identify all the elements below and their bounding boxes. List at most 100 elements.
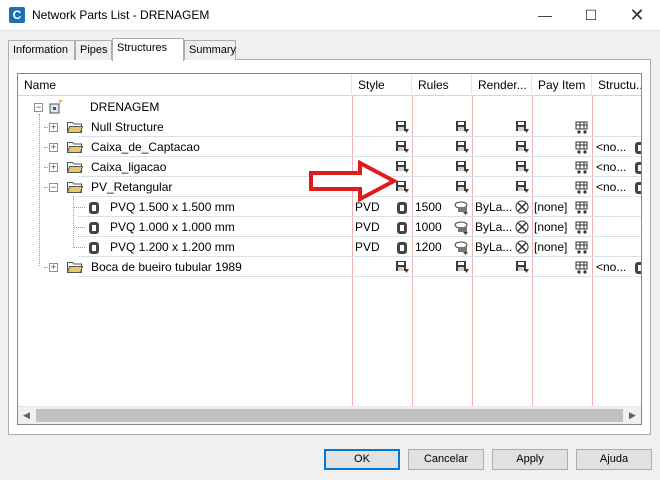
render-cell <box>514 177 530 197</box>
pipe-network-icon <box>49 100 63 114</box>
rules-value: 1000 <box>415 220 442 234</box>
window-title: Network Parts List - DRENAGEM <box>32 8 210 22</box>
close-button[interactable]: ✕ <box>614 0 660 31</box>
apply-button[interactable]: Apply <box>492 449 568 470</box>
column-header-structure[interactable]: Structu... <box>592 74 641 96</box>
network-name: DRENAGEM <box>90 100 160 114</box>
pay-item-picker-icon[interactable] <box>574 199 590 215</box>
folder-icon <box>67 162 83 173</box>
pay-item-picker-icon[interactable] <box>574 259 590 275</box>
structure-part-icon <box>89 222 99 234</box>
row-separator <box>78 276 641 277</box>
tree-row[interactable]: PVQ 1.000 x 1.000 mm PVD 1000 ByLa... [none] <box>18 217 641 237</box>
pay-item-picker-icon[interactable] <box>574 179 590 195</box>
horizontal-scrollbar[interactable]: ◀ ▶ <box>18 406 641 424</box>
expand-toggle[interactable]: + <box>49 263 58 272</box>
tree-row[interactable]: + Caixa_de_Captacao <no... <box>18 137 641 157</box>
structure-family-name: Caixa_ligacao <box>91 160 167 174</box>
render-picker-icon[interactable] <box>514 119 530 135</box>
style-cell <box>394 137 410 157</box>
tab-summary[interactable]: Summary <box>184 40 236 60</box>
rules-cell <box>454 157 470 177</box>
pay-item-value: [none] <box>534 240 568 254</box>
rules-picker-icon[interactable] <box>454 259 470 275</box>
column-header-pay-item[interactable]: Pay Item <box>532 74 592 96</box>
style-value: PVD <box>355 200 380 214</box>
structure-icon <box>635 182 641 194</box>
folder-icon <box>67 182 83 193</box>
cancel-button[interactable]: Cancelar <box>408 449 484 470</box>
help-button[interactable]: Ajuda <box>576 449 652 470</box>
scroll-right-icon[interactable]: ▶ <box>624 407 641 424</box>
title-bar: C Network Parts List - DRENAGEM — ☐ ✕ <box>0 0 660 31</box>
rules-picker-icon[interactable] <box>454 119 470 135</box>
tree-row[interactable]: + Boca de bueiro tubular 1989 <no... <box>18 257 641 277</box>
part-icon-cell <box>86 237 102 257</box>
tab-information[interactable]: Information <box>8 40 75 60</box>
scrollbar-thumb[interactable] <box>36 409 623 422</box>
pay-item-value: [none] <box>534 200 568 214</box>
structure-icon <box>635 262 641 274</box>
structure-family-name: PV_Retangular <box>91 180 173 194</box>
tree-row-root[interactable]: − DRENAGEM <box>18 97 641 117</box>
rules-icon[interactable] <box>454 199 470 215</box>
pay-item-picker-icon[interactable] <box>574 139 590 155</box>
style-picker-icon[interactable] <box>394 119 410 135</box>
style-lock-icon <box>397 242 407 254</box>
rules-cell <box>454 197 470 217</box>
column-header-name[interactable]: Name <box>18 74 352 96</box>
render-cell <box>514 257 530 277</box>
structures-grid: Name Style Rules Render... Pay Item Stru… <box>17 73 642 425</box>
rules-icon[interactable] <box>454 219 470 235</box>
structure-folder <box>67 137 83 157</box>
render-cell <box>514 137 530 157</box>
structure-family-name: Null Structure <box>91 120 164 134</box>
column-header-style[interactable]: Style <box>352 74 412 96</box>
part-icon-cell <box>86 217 102 237</box>
render-value: ByLa... <box>475 240 513 254</box>
render-material-icon <box>515 200 529 214</box>
rules-picker-icon[interactable] <box>454 179 470 195</box>
rules-picker-icon[interactable] <box>454 139 470 155</box>
expand-toggle[interactable]: + <box>49 123 58 132</box>
rules-cell <box>454 137 470 157</box>
render-cell <box>514 157 530 177</box>
render-picker-icon[interactable] <box>514 139 530 155</box>
expand-toggle[interactable]: − <box>49 183 58 192</box>
render-picker-icon[interactable] <box>514 159 530 175</box>
expand-toggle[interactable]: + <box>49 143 58 152</box>
scroll-left-icon[interactable]: ◀ <box>18 407 35 424</box>
tab-pipes[interactable]: Pipes <box>75 40 112 60</box>
style-cell <box>394 257 410 277</box>
pay-item-cell <box>574 257 590 277</box>
ok-button[interactable]: OK <box>324 449 400 470</box>
rules-icon[interactable] <box>454 239 470 255</box>
tree-row[interactable]: + Null Structure <box>18 117 641 137</box>
collapse-toggle[interactable]: − <box>34 103 43 112</box>
pay-item-value: [none] <box>534 220 568 234</box>
rules-picker-icon[interactable] <box>454 159 470 175</box>
render-picker-icon[interactable] <box>514 259 530 275</box>
minimize-button[interactable]: — <box>522 0 568 31</box>
tree-row[interactable]: PVQ 1.200 x 1.200 mm PVD 1200 ByLa... [none] <box>18 237 641 257</box>
rules-value: 1200 <box>415 240 442 254</box>
render-picker-icon[interactable] <box>514 179 530 195</box>
pay-item-picker-icon[interactable] <box>574 119 590 135</box>
pay-item-picker-icon[interactable] <box>574 239 590 255</box>
style-picker-icon[interactable] <box>394 259 410 275</box>
structure-part-icon <box>89 202 99 214</box>
style-picker-icon[interactable] <box>394 139 410 155</box>
pay-item-picker-icon[interactable] <box>574 159 590 175</box>
column-header-rules[interactable]: Rules <box>412 74 472 96</box>
folder-icon <box>67 262 83 273</box>
pay-item-cell <box>574 237 590 257</box>
maximize-button[interactable]: ☐ <box>568 0 614 31</box>
tab-structures[interactable]: Structures <box>112 38 184 61</box>
expand-toggle[interactable]: + <box>49 163 58 172</box>
pay-item-picker-icon[interactable] <box>574 219 590 235</box>
structure-family-name: Boca de bueiro tubular 1989 <box>91 260 242 274</box>
pay-item-cell <box>574 177 590 197</box>
structure-cell-text: <no... <box>596 160 627 174</box>
structure-icon <box>635 162 641 174</box>
column-header-render[interactable]: Render... <box>472 74 532 96</box>
